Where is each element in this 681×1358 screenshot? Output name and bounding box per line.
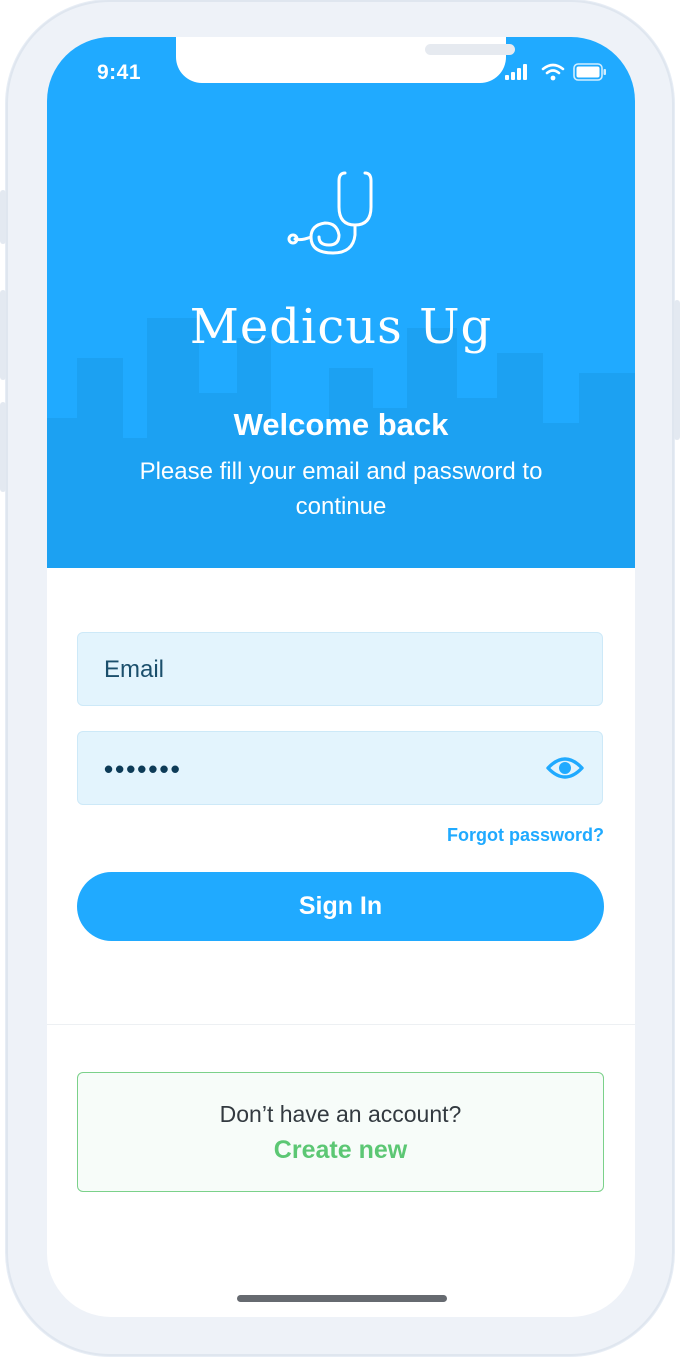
wifi-icon bbox=[541, 63, 565, 81]
brand-name: Medicus Ug bbox=[189, 299, 493, 355]
device-notch bbox=[176, 37, 515, 83]
signup-prompt-box: Don’t have an account? Create new bbox=[77, 1072, 604, 1192]
status-icons bbox=[505, 63, 607, 81]
cellular-signal-icon bbox=[505, 64, 527, 80]
signup-question: Don’t have an account? bbox=[219, 1101, 462, 1127]
volume-up-button bbox=[0, 290, 6, 380]
home-indicator[interactable] bbox=[237, 1295, 447, 1302]
eye-icon[interactable] bbox=[546, 754, 584, 782]
volume-down-button bbox=[0, 402, 6, 492]
password-input[interactable]: ••••••• bbox=[104, 754, 182, 785]
email-field-container bbox=[77, 632, 603, 707]
password-field-container[interactable]: ••••••• bbox=[77, 731, 603, 805]
forgot-password-link[interactable]: Forgot password? bbox=[447, 825, 604, 846]
sign-in-button[interactable]: Sign In bbox=[77, 872, 604, 941]
power-button bbox=[674, 300, 680, 440]
app-screen: 9:41 Medicus Ug Welcome back Please fill… bbox=[47, 37, 635, 1317]
welcome-title: Welcome back bbox=[233, 407, 449, 442]
mute-switch bbox=[0, 190, 6, 244]
battery-icon bbox=[573, 63, 606, 81]
login-header: 9:41 Medicus Ug Welcome back Please fill… bbox=[47, 37, 635, 568]
create-account-link[interactable]: Create new bbox=[274, 1136, 407, 1165]
section-divider bbox=[47, 1024, 635, 1025]
status-time: 9:41 bbox=[97, 61, 142, 84]
speaker-grille bbox=[425, 44, 515, 55]
welcome-subtitle: Please fill your email and password to c… bbox=[139, 458, 543, 520]
stethoscope-icon bbox=[287, 171, 373, 255]
email-input[interactable] bbox=[102, 633, 526, 707]
